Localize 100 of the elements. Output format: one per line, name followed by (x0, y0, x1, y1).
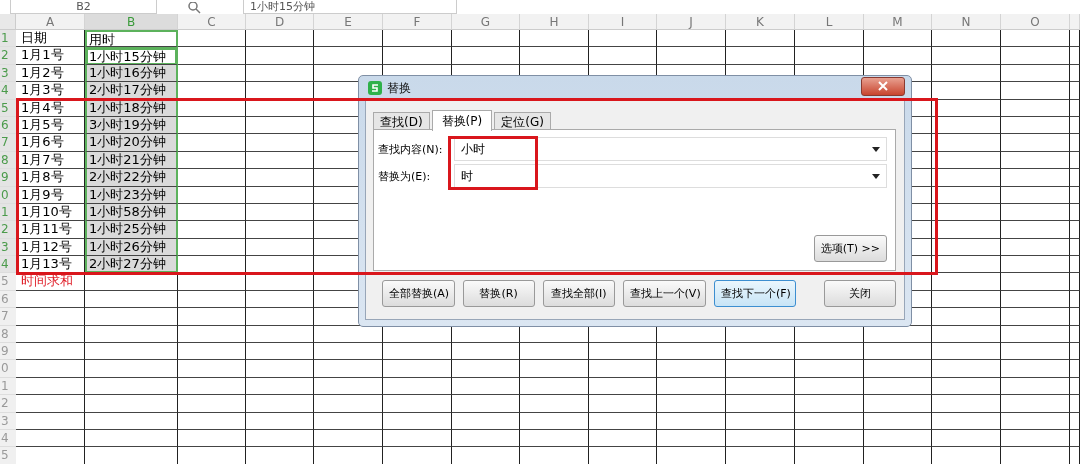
empty-cell (452, 360, 520, 378)
empty-cell (1001, 256, 1070, 274)
row-header[interactable]: 0 (0, 360, 16, 378)
app-logo-icon (368, 81, 382, 95)
column-header[interactable]: B (85, 14, 178, 30)
column-header[interactable]: L (795, 14, 864, 30)
empty-cell (314, 377, 383, 396)
row-header[interactable]: 2 (0, 221, 16, 239)
empty-cell (1001, 360, 1070, 378)
table-cell: 用时 (85, 30, 178, 48)
column-header[interactable]: N (932, 14, 1001, 30)
tab[interactable]: 查找(D) (373, 112, 430, 131)
caret-icon[interactable] (872, 146, 880, 152)
empty-cell (1001, 238, 1070, 257)
empty-cell (520, 412, 589, 430)
empty-cell (178, 308, 246, 326)
dialog-button[interactable]: 查找下一个(F) (713, 280, 796, 307)
empty-cell (726, 377, 795, 396)
column-header[interactable]: A (16, 14, 85, 30)
empty-cell (383, 395, 452, 413)
table-cell: 日期 (16, 30, 85, 48)
search-icon[interactable] (187, 2, 203, 14)
combo-field[interactable]: 时 (454, 164, 887, 188)
column-header[interactable]: I (589, 14, 657, 30)
row-header[interactable]: 7 (0, 134, 16, 152)
empty-cell (314, 47, 383, 65)
empty-cell (1001, 290, 1070, 309)
empty-cell (246, 64, 314, 83)
caret-icon[interactable] (872, 173, 880, 179)
empty-cell (1070, 203, 1080, 222)
column-header[interactable]: O (1001, 14, 1070, 30)
empty-cell (314, 343, 383, 361)
empty-cell (932, 412, 1001, 430)
dialog-button[interactable]: 全部替换(A) (382, 280, 455, 307)
column-header[interactable]: C (178, 14, 246, 30)
empty-cell (932, 169, 1001, 187)
empty-cell (657, 377, 726, 396)
column-header[interactable]: H (520, 14, 589, 30)
empty-cell (932, 377, 1001, 396)
row-header[interactable]: 1 (0, 30, 16, 48)
empty-cell (1001, 377, 1070, 396)
empty-cell (452, 430, 520, 448)
column-header[interactable]: E (314, 14, 383, 30)
row-header[interactable]: 4 (0, 256, 16, 274)
empty-cell (1070, 395, 1080, 413)
empty-cell (864, 377, 932, 396)
empty-cell (314, 30, 383, 48)
column-header[interactable]: D (246, 14, 314, 30)
empty-cell (1001, 47, 1070, 65)
row-header[interactable]: 7 (0, 308, 16, 326)
empty-cell (932, 64, 1001, 83)
empty-cell (1070, 430, 1080, 448)
row-header[interactable]: 4 (0, 82, 16, 100)
tab[interactable]: 替换(P) (431, 110, 493, 131)
empty-cell (383, 343, 452, 361)
empty-cell (1001, 325, 1070, 344)
close-icon[interactable] (878, 81, 888, 91)
empty-cell (1070, 99, 1080, 117)
empty-cell (864, 47, 932, 65)
empty-cell (932, 308, 1001, 326)
field-label: 替换为(E): (378, 168, 432, 184)
empty-cell (795, 395, 864, 413)
empty-cell (1070, 325, 1080, 344)
empty-cell (932, 395, 1001, 413)
row-header[interactable]: 2 (0, 47, 16, 65)
table-cell: 1小时20分钟 (85, 134, 178, 152)
row-header[interactable]: 9 (0, 169, 16, 187)
empty-cell (932, 238, 1001, 257)
empty-cell (657, 412, 726, 430)
dialog-button[interactable]: 查找全部(I) (542, 280, 615, 307)
row-header[interactable]: 5 (0, 447, 16, 464)
empty-cell (246, 343, 314, 361)
empty-cell (932, 290, 1001, 309)
tab[interactable]: 定位(G) (494, 112, 551, 131)
empty-cell (314, 395, 383, 413)
empty-cell (932, 343, 1001, 361)
empty-cell (932, 151, 1001, 170)
column-header[interactable]: G (452, 14, 520, 30)
column-header[interactable]: J (657, 14, 726, 30)
dialog-button[interactable]: 替换(R) (462, 280, 535, 307)
dialog-button[interactable]: 查找上一个(V) (622, 280, 706, 307)
row-header[interactable]: 9 (0, 343, 16, 361)
column-header[interactable]: M (864, 14, 932, 30)
row-header[interactable]: 2 (0, 395, 16, 413)
dialog-title: 替换 (387, 79, 411, 97)
close-button[interactable] (861, 76, 905, 96)
empty-cell (178, 290, 246, 309)
column-header[interactable]: F (383, 14, 452, 30)
table-cell: 1小时15分钟 (85, 47, 178, 65)
empty-cell (452, 30, 520, 48)
empty-cell (1001, 308, 1070, 326)
empty-cell (795, 412, 864, 430)
row-header[interactable]: 5 (0, 273, 16, 291)
options-button[interactable]: 选项(T) >> (813, 235, 887, 262)
empty-cell (1070, 64, 1080, 83)
empty-cell (1001, 221, 1070, 239)
dialog-button[interactable]: 关闭 (824, 280, 896, 307)
combo-field[interactable]: 小时 (454, 137, 887, 161)
column-header[interactable]: K (726, 14, 795, 30)
empty-cell (1070, 82, 1080, 100)
